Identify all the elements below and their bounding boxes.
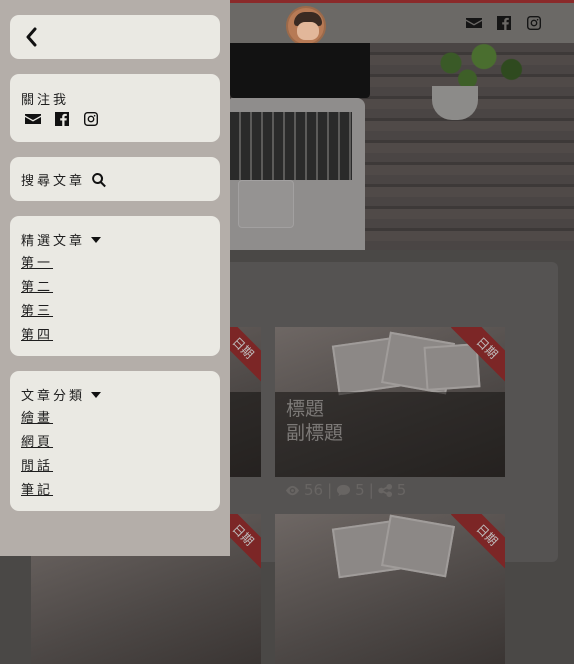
instagram-icon[interactable]	[83, 111, 99, 127]
featured-list: 第一 第二 第三 第四	[21, 254, 53, 345]
view-count: 56	[304, 481, 324, 499]
category-list: 繪畫 網頁 閒話 筆記	[21, 409, 53, 500]
featured-link[interactable]: 第四	[21, 326, 53, 345]
comment-icon	[337, 484, 351, 496]
category-link[interactable]: 繪畫	[21, 409, 53, 428]
category-link[interactable]: 閒話	[21, 457, 53, 476]
share-icon	[378, 483, 392, 497]
search-icon	[92, 172, 106, 187]
featured-link[interactable]: 第一	[21, 254, 53, 273]
follow-social-icons	[25, 111, 99, 127]
envelope-icon[interactable]	[25, 111, 41, 127]
article-card[interactable]: 標題 副標題 日期	[275, 327, 505, 477]
category-link[interactable]: 筆記	[21, 481, 53, 500]
category-label: 文章分類	[21, 389, 86, 404]
search-label: 搜尋文章	[21, 174, 86, 189]
search-card: 搜尋文章	[10, 157, 220, 201]
chevron-left-icon	[26, 27, 37, 47]
header-social-icons	[466, 15, 542, 31]
search-button[interactable]: 搜尋文章	[21, 170, 107, 189]
share-count: 5	[396, 481, 407, 499]
article-card[interactable]: 日期	[275, 514, 505, 664]
article-stats: 56 | 5 | 5	[285, 481, 406, 499]
avatar[interactable]	[286, 6, 326, 46]
article-subtitle: 副標題	[286, 422, 344, 444]
featured-card: 精選文章 第一 第二 第三 第四	[10, 216, 220, 356]
back-card	[10, 15, 220, 59]
back-button[interactable]	[24, 27, 44, 47]
category-dropdown[interactable]: 文章分類	[21, 385, 102, 404]
featured-link[interactable]: 第二	[21, 278, 53, 297]
facebook-icon[interactable]	[496, 15, 512, 31]
featured-dropdown[interactable]: 精選文章	[21, 230, 102, 249]
category-link[interactable]: 網頁	[21, 433, 53, 452]
facebook-icon[interactable]	[54, 111, 70, 127]
envelope-icon[interactable]	[466, 15, 482, 31]
comment-count: 5	[355, 481, 365, 499]
article-title: 標題 副標題	[286, 398, 344, 444]
eye-icon	[285, 485, 300, 495]
sidebar-panel: 關注我 搜尋文章 精選文章 第一 第二 第三 第四 文章分類 繪畫 網頁 閒話 …	[0, 0, 230, 556]
category-card: 文章分類 繪畫 網頁 閒話 筆記	[10, 371, 220, 511]
caret-down-icon	[91, 391, 102, 398]
instagram-icon[interactable]	[526, 15, 542, 31]
featured-label: 精選文章	[21, 234, 86, 249]
featured-link[interactable]: 第三	[21, 302, 53, 321]
follow-label: 關注我	[21, 93, 70, 108]
caret-down-icon	[91, 236, 102, 243]
follow-card: 關注我	[10, 74, 220, 142]
